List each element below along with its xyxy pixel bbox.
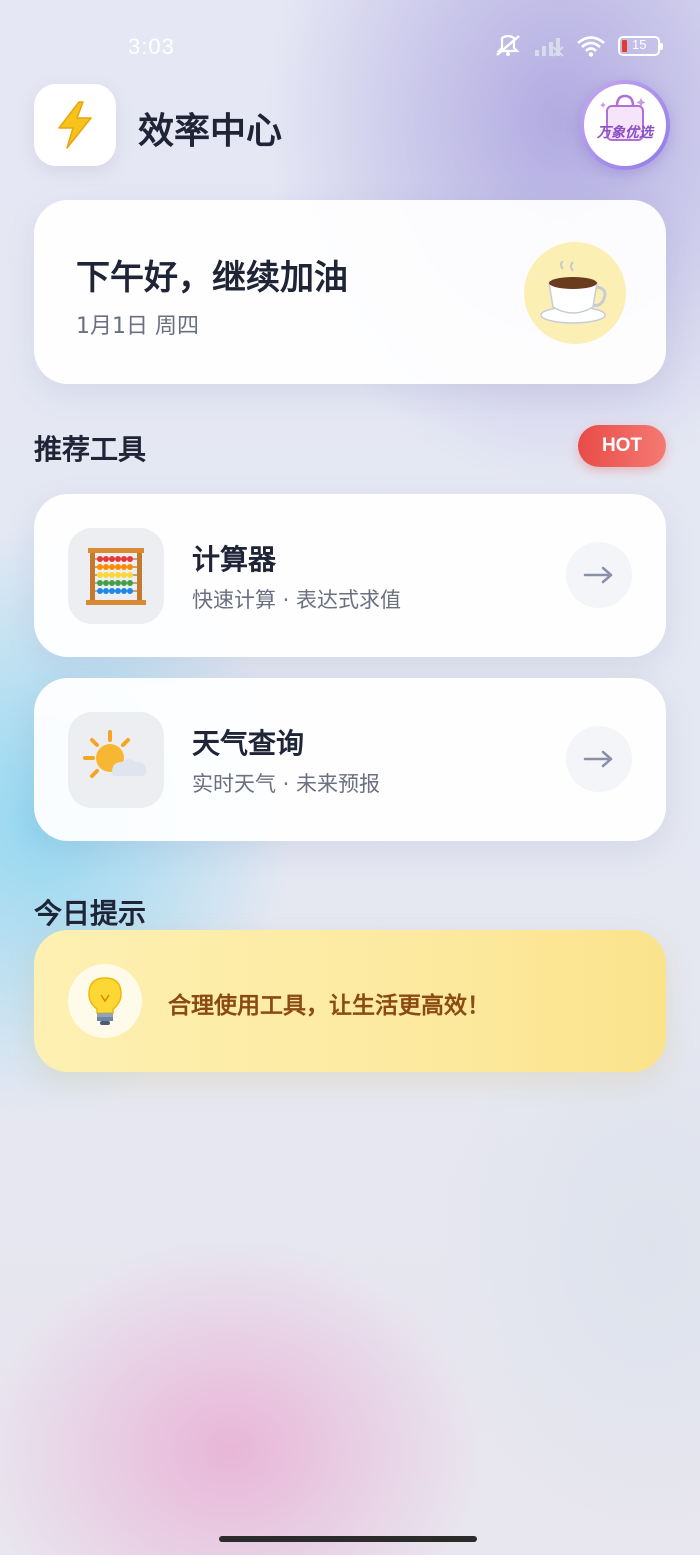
sun-cloud-icon <box>83 730 147 778</box>
app-logo <box>34 84 116 166</box>
tool-desc: 快速计算 · 表达式求值 <box>192 588 402 612</box>
greeting-title: 下午好，继续加油 <box>76 258 348 298</box>
status-bar: 3:03 15 <box>0 0 700 92</box>
home-indicator[interactable] <box>219 1536 477 1542</box>
abacus-icon <box>86 548 146 605</box>
battery-level: 15 <box>632 37 647 52</box>
status-icons: 15 <box>494 30 663 62</box>
tool-name: 天气查询 <box>192 727 305 760</box>
tool-icon-box <box>68 528 164 624</box>
hot-badge: HOT <box>578 425 666 467</box>
tip-icon-box <box>68 964 142 1038</box>
status-time: 3:03 <box>128 34 175 59</box>
tool-name: 计算器 <box>192 543 277 576</box>
coffee-badge <box>524 242 626 344</box>
section-title-tips: 今日提示 <box>34 897 147 930</box>
arrow-right-icon[interactable] <box>566 726 632 792</box>
section-title-recommend: 推荐工具 <box>34 433 147 466</box>
battery-icon: 15 <box>618 36 663 56</box>
tip-text: 合理使用工具，让生活更高效！ <box>168 993 490 1019</box>
lightbulb-icon <box>88 977 122 1025</box>
greeting-date: 1月1日 周四 <box>76 314 199 339</box>
coffee-icon <box>540 261 607 324</box>
tool-card-calculator[interactable]: 计算器 快速计算 · 表达式求值 <box>34 494 666 657</box>
brand-text: 万象优选 <box>597 125 653 141</box>
signal-icon <box>534 35 564 57</box>
tip-card: 合理使用工具，让生活更高效！ <box>34 930 666 1072</box>
tool-icon-box <box>68 712 164 808</box>
brand-avatar[interactable]: 万象优选 <box>580 80 670 170</box>
lightning-icon <box>58 101 92 149</box>
tool-desc: 实时天气 · 未来预报 <box>192 772 381 796</box>
tool-card-weather[interactable]: 天气查询 实时天气 · 未来预报 <box>34 678 666 841</box>
arrow-right-icon[interactable] <box>566 542 632 608</box>
wifi-icon <box>576 35 606 57</box>
header: 效率中心 万象优选 <box>34 80 670 174</box>
mute-icon <box>494 34 522 58</box>
app-title: 效率中心 <box>138 111 283 152</box>
greeting-card: 下午好，继续加油 1月1日 周四 <box>34 200 666 384</box>
